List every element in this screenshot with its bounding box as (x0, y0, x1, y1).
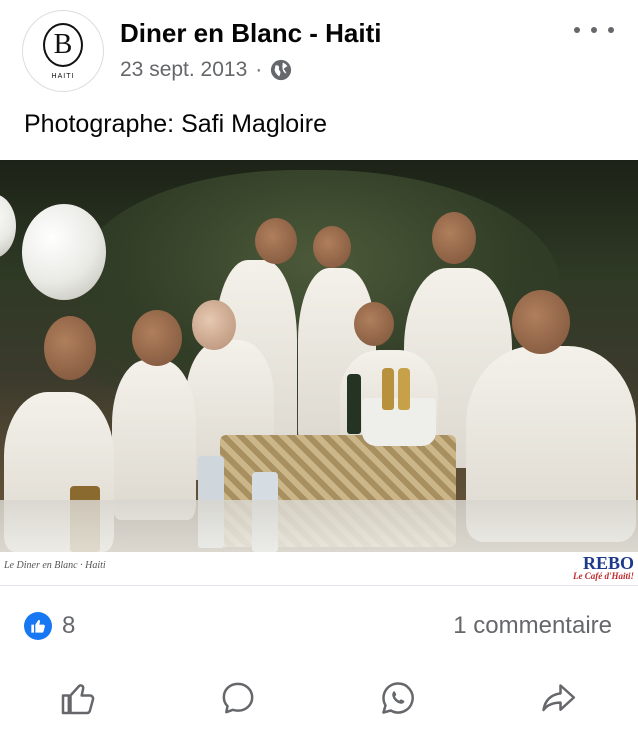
rebo-subtitle: Le Café d'Haiti! (573, 571, 634, 581)
bottle (398, 368, 410, 410)
person-head (192, 300, 236, 350)
thumbs-up-icon (61, 684, 95, 715)
share-arrow-icon (542, 684, 576, 712)
post-action-bar (0, 668, 638, 728)
page-avatar[interactable]: B HAITI (22, 10, 104, 92)
comment-bubble-icon (222, 682, 254, 714)
person-head (432, 212, 476, 264)
post-caption: Photographe: Safi Magloire (24, 110, 327, 138)
globe-icon (271, 59, 292, 81)
person-head (44, 316, 96, 380)
person-head (512, 290, 570, 354)
page-name-link[interactable]: Diner en Blanc - Haiti (120, 18, 382, 49)
person-head (255, 218, 297, 264)
photo-banner: Le Diner en Blanc · Haiti REBO Le Café d… (0, 552, 638, 586)
post-meta: 23 sept. 2013 · (120, 58, 292, 82)
whatsapp-button[interactable] (376, 676, 420, 720)
balloon (0, 194, 16, 258)
bottle (347, 374, 361, 434)
person (112, 360, 196, 520)
table-cloth (0, 500, 638, 552)
bottle (382, 368, 394, 410)
reactions-summary[interactable]: 8 (24, 612, 75, 640)
meta-separator: · (255, 58, 263, 81)
post-header: B HAITI Diner en Blanc - Haiti 23 sept. … (0, 0, 638, 100)
more-dot-icon (574, 27, 580, 33)
thumbs-up-glyph-icon (31, 620, 45, 633)
more-options-button[interactable] (574, 20, 614, 40)
avatar-caption: HAITI (51, 72, 75, 80)
share-button[interactable] (536, 676, 580, 720)
avatar-logo: B (43, 22, 83, 67)
post-date[interactable]: 23 sept. 2013 (120, 58, 247, 82)
whatsapp-icon (382, 682, 414, 714)
watermark-diner-logo: Le Diner en Blanc · Haiti (4, 560, 106, 571)
reaction-count: 8 (62, 612, 76, 639)
like-icon (24, 612, 52, 640)
balloon (22, 204, 106, 300)
comment-button[interactable] (216, 676, 260, 720)
rebo-title: REBO (582, 553, 634, 573)
comments-count-link[interactable]: 1 commentaire (453, 612, 612, 640)
person-head (354, 302, 394, 346)
post-photo[interactable] (0, 160, 638, 552)
more-dot-icon (608, 27, 614, 33)
more-dot-icon (591, 27, 597, 33)
watermark-rebo-logo: REBO Le Café d'Haiti! (573, 554, 634, 582)
like-button[interactable] (56, 676, 100, 720)
person-head (132, 310, 182, 366)
person-head (313, 226, 351, 268)
